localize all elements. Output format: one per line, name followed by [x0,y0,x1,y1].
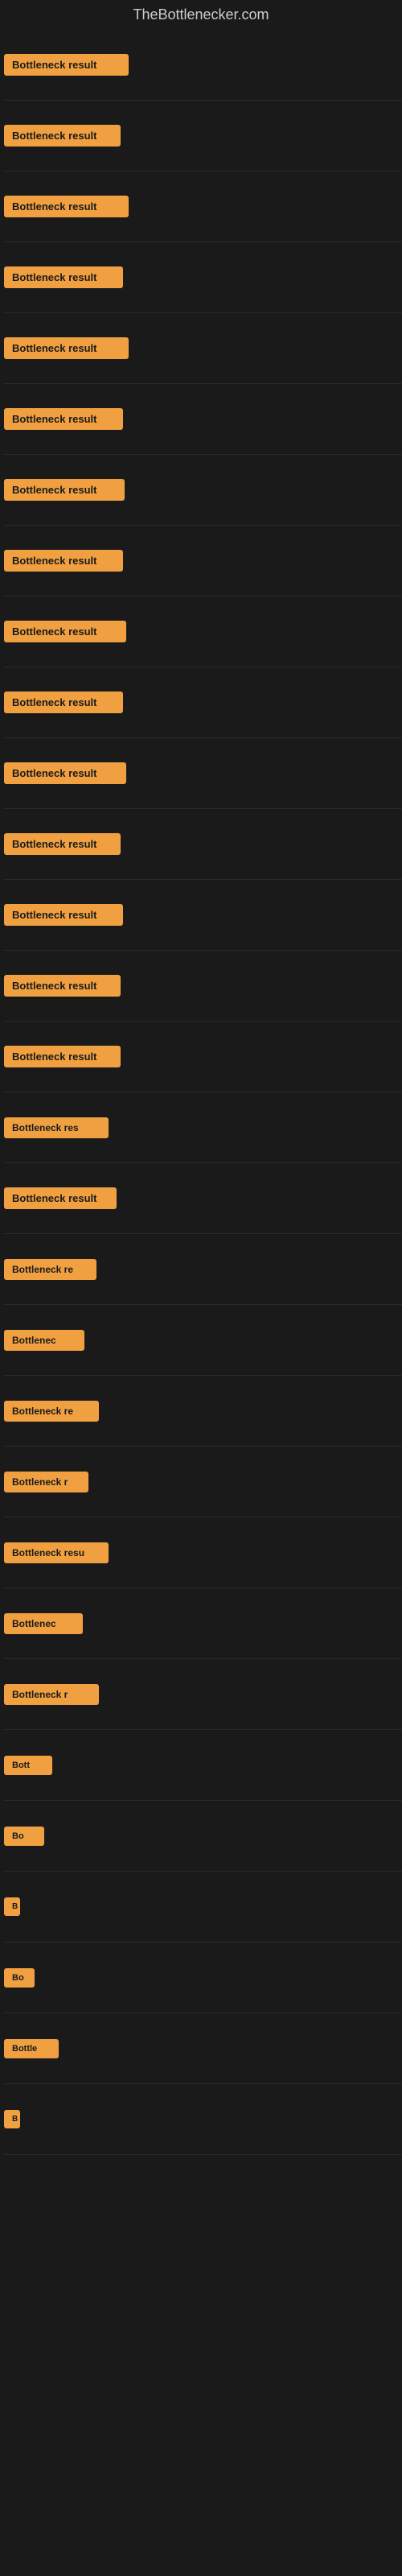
list-item[interactable]: Bottleneck result [4,242,402,313]
list-item[interactable]: Bottleneck result [4,1163,402,1234]
bottleneck-list: Bottleneck result Bottleneck result Bott… [0,30,402,2155]
list-item[interactable]: Bottleneck resu [4,1517,402,1588]
page-wrapper: TheBottlenecker.com Bottleneck result Bo… [0,0,402,2155]
list-item[interactable]: Bottleneck r [4,1447,402,1517]
list-item[interactable]: Bottleneck result [4,101,402,171]
list-item[interactable]: B [4,1872,402,1942]
list-item[interactable]: Bottleneck result [4,1022,402,1092]
bottleneck-badge[interactable]: Bottlenec [4,1330,84,1351]
list-item[interactable]: Bottleneck result [4,738,402,809]
list-item[interactable]: Bottleneck result [4,384,402,455]
bottleneck-badge[interactable]: Bottleneck resu [4,1542,109,1563]
bottleneck-badge[interactable]: Bottleneck result [4,196,129,217]
list-item[interactable]: Bottleneck result [4,951,402,1022]
bottleneck-badge[interactable]: Bottleneck result [4,550,123,572]
list-item[interactable]: Bott [4,1730,402,1801]
list-item[interactable]: Bottleneck result [4,597,402,667]
list-item[interactable]: Bottle [4,2013,402,2084]
list-item[interactable]: Bo [4,1942,402,2013]
bottleneck-badge[interactable]: Bottleneck result [4,833,121,855]
bottleneck-badge[interactable]: Bottlenec [4,1613,83,1634]
list-item[interactable]: Bottleneck result [4,809,402,880]
bottleneck-badge[interactable]: Bottleneck result [4,266,123,288]
bottleneck-badge[interactable]: Bottleneck res [4,1117,109,1138]
bottleneck-badge[interactable]: Bottleneck result [4,1187,117,1209]
list-item[interactable]: Bottlenec [4,1588,402,1659]
bottleneck-badge[interactable]: B [4,1897,20,1916]
bottleneck-badge[interactable]: Bottleneck result [4,904,123,926]
bottleneck-badge[interactable]: Bottleneck r [4,1472,88,1492]
bottleneck-badge[interactable]: Bo [4,1827,44,1846]
bottleneck-badge[interactable]: Bottleneck result [4,337,129,359]
bottleneck-badge[interactable]: Bottleneck re [4,1401,99,1422]
bottleneck-badge[interactable]: Bottleneck result [4,975,121,997]
bottleneck-badge[interactable]: B [4,2110,20,2128]
bottleneck-badge[interactable]: Bottleneck result [4,1046,121,1067]
list-item[interactable]: Bottleneck r [4,1659,402,1730]
list-item[interactable]: Bottleneck re [4,1234,402,1305]
bottleneck-badge[interactable]: Bottleneck r [4,1684,99,1705]
bottleneck-badge[interactable]: Bottleneck result [4,479,125,501]
list-item[interactable]: Bottleneck result [4,30,402,101]
list-item[interactable]: B [4,2084,402,2155]
bottleneck-badge[interactable]: Bottleneck result [4,691,123,713]
list-item[interactable]: Bottleneck res [4,1092,402,1163]
list-item[interactable]: Bottleneck result [4,455,402,526]
bottleneck-badge[interactable]: Bottleneck result [4,762,126,784]
bottleneck-badge[interactable]: Bottleneck result [4,125,121,147]
list-item[interactable]: Bottlenec [4,1305,402,1376]
bottleneck-badge[interactable]: Bottleneck result [4,408,123,430]
list-item[interactable]: Bo [4,1801,402,1872]
list-item[interactable]: Bottleneck re [4,1376,402,1447]
bottleneck-badge[interactable]: Bo [4,1968,35,1988]
bottleneck-badge[interactable]: Bottleneck result [4,621,126,642]
bottleneck-badge[interactable]: Bottleneck result [4,54,129,76]
site-title: TheBottlenecker.com [0,0,402,30]
bottleneck-badge[interactable]: Bottleneck re [4,1259,96,1280]
bottleneck-badge[interactable]: Bottle [4,2039,59,2058]
list-item[interactable]: Bottleneck result [4,171,402,242]
list-item[interactable]: Bottleneck result [4,667,402,738]
list-item[interactable]: Bottleneck result [4,880,402,951]
list-item[interactable]: Bottleneck result [4,526,402,597]
list-item[interactable]: Bottleneck result [4,313,402,384]
bottleneck-badge[interactable]: Bott [4,1756,52,1775]
